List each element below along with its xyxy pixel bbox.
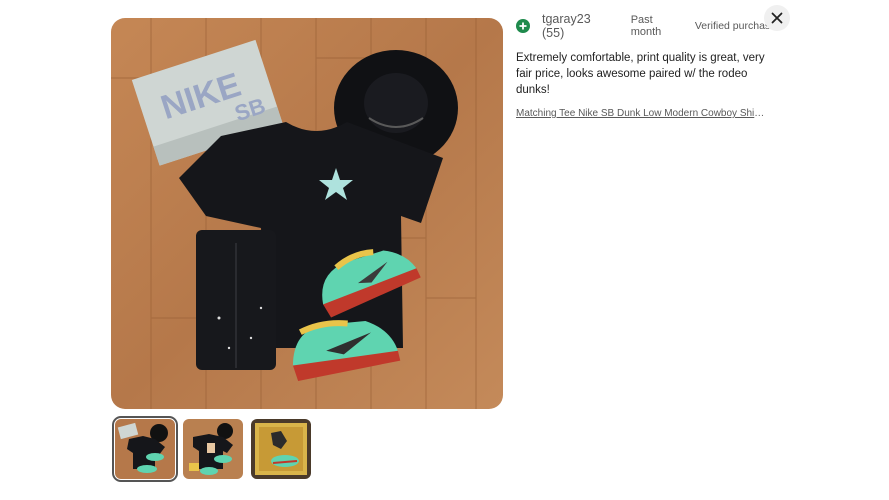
outfit-photo: NIKE SB: [111, 18, 503, 409]
thumbnail-image: [251, 419, 311, 479]
close-icon: [771, 12, 783, 24]
close-button[interactable]: [764, 5, 790, 31]
thumbnail-1[interactable]: [112, 416, 178, 482]
thumbnail-strip: [112, 416, 311, 482]
thumbnail-3[interactable]: [251, 419, 311, 479]
reviewed-item-link[interactable]: Matching Tee Nike SB Dunk Low Modern Cow…: [516, 108, 766, 119]
thumbnail-image: [115, 419, 175, 479]
thumbnail-2[interactable]: [183, 419, 243, 479]
black-jeans: [196, 230, 276, 370]
thumbnail-image: [183, 419, 243, 479]
review-header: tgaray23 (55) Past month Verified purcha…: [516, 12, 776, 40]
plus-icon: [516, 19, 530, 33]
main-review-photo: NIKE SB: [111, 18, 503, 409]
review-time: Past month: [630, 14, 662, 38]
review-text: Extremely comfortable, print quality is …: [516, 52, 765, 96]
reviewer-name[interactable]: tgaray23 (55): [542, 12, 616, 40]
review-panel: tgaray23 (55) Past month Verified purcha…: [516, 12, 776, 119]
